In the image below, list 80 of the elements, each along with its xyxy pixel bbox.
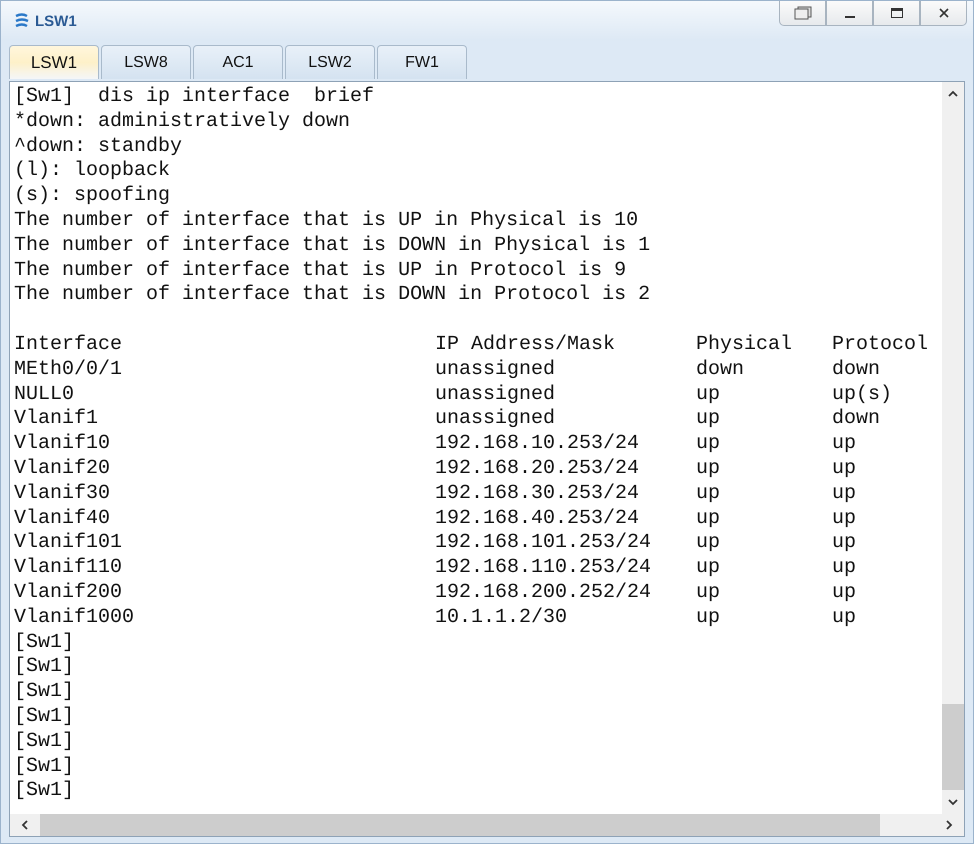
output-line: The number of interface that is UP in Protocol is 9 <box>14 258 628 284</box>
maximize-icon <box>890 6 904 20</box>
table-cell-text: Vlanif101 <box>14 531 124 556</box>
close-button[interactable] <box>920 1 967 26</box>
prompt: [Sw1] <box>14 630 74 654</box>
close-icon <box>936 6 950 20</box>
table-cell-text: Vlanif110 <box>14 556 124 581</box>
prompt: [Sw1] <box>14 779 74 802</box>
column-header: Protocol <box>832 332 930 358</box>
table-cell-text: up <box>832 580 858 606</box>
output-line: The number of interface that is DOWN in Protocol is 2 <box>14 283 652 308</box>
prompt: [Sw1] <box>14 680 74 704</box>
table-cell-text: up <box>696 580 722 606</box>
table-cell-text: down <box>832 358 882 383</box>
tab[interactable]: AC1 <box>193 45 283 79</box>
table-cell-text: up <box>696 556 722 581</box>
table-cell-text: up <box>832 506 858 532</box>
table-cell-text: up <box>832 432 858 457</box>
table-cell-text: up(s) <box>832 382 894 408</box>
prompt: [Sw1] <box>14 754 74 778</box>
table-cell-text: Vlanif10 <box>14 432 112 457</box>
table-cell-text: MEth0/0/1 <box>14 358 124 383</box>
restore-icon <box>792 6 812 20</box>
maximize-button[interactable] <box>873 1 920 26</box>
prompt: [Sw1] <box>14 730 74 753</box>
table-cell-text: Vlanif20 <box>14 456 112 482</box>
table-cell-text: up <box>832 456 858 482</box>
table-cell-text: 192.168.20.253/24 <box>435 456 640 482</box>
prompt: [Sw1] <box>14 655 74 678</box>
output-line: ^down: standby <box>14 134 184 160</box>
restore-button[interactable] <box>779 1 826 26</box>
table-cell-text: Vlanif30 <box>14 482 112 507</box>
table-cell-text: 10.1.1.2/30 <box>435 606 568 631</box>
table-cell-text: up <box>696 506 722 532</box>
table-cell-text: up <box>696 606 722 631</box>
table-cell-text: unassigned <box>435 358 556 383</box>
table-cell-text: Vlanif200 <box>14 580 124 606</box>
tab[interactable]: LSW2 <box>285 45 375 79</box>
table-cell-text: up <box>696 382 722 408</box>
vertical-scrollbar[interactable] <box>942 82 964 814</box>
table-cell-text: down <box>696 358 746 383</box>
table-cell-text: down <box>832 407 882 432</box>
table-cell-text: 192.168.10.253/24 <box>435 432 640 457</box>
table-cell-text: Vlanif1000 <box>14 606 136 631</box>
table-cell-text: up <box>696 482 722 507</box>
table-cell-text: up <box>696 432 722 457</box>
table-cell-text: up <box>696 531 722 556</box>
table-cell-text: up <box>832 482 858 507</box>
output-line: The number of interface that is DOWN in Physical is 1 <box>14 234 652 259</box>
window-title: LSW1 <box>35 12 78 30</box>
table-cell-text: 192.168.40.253/24 <box>435 506 640 532</box>
table-cell-text: up <box>696 407 722 432</box>
output-line: *down: administratively down <box>14 110 352 135</box>
tab[interactable]: LSW1 <box>9 45 99 79</box>
output-line: (l): loopback <box>14 159 172 184</box>
table-cell-text: 192.168.101.253/24 <box>435 531 652 556</box>
table-cell-text: unassigned <box>435 382 556 408</box>
output-line: The number of interface that is UP in Physical is 10 <box>14 208 640 234</box>
table-cell-text: up <box>832 556 858 581</box>
table-cell-text: NULL0 <box>14 382 76 408</box>
app-icon <box>13 12 31 30</box>
table-cell-text: 192.168.30.253/24 <box>435 482 640 507</box>
table-cell-text: Vlanif40 <box>14 506 112 532</box>
tab[interactable]: FW1 <box>377 45 467 79</box>
table-cell-text: unassigned <box>435 407 556 432</box>
column-header: Physical <box>696 332 794 358</box>
minimize-icon <box>844 16 854 18</box>
output-line: (s): spoofing <box>14 184 172 209</box>
table-cell-text: 192.168.110.253/24 <box>435 556 652 581</box>
tab[interactable]: LSW8 <box>101 45 191 79</box>
table-cell-text: 192.168.200.252/24 <box>435 580 652 606</box>
table-cell-text: Vlanif1 <box>14 407 100 432</box>
table-cell-text: up <box>832 606 858 631</box>
scroll-thumb[interactable] <box>942 704 964 790</box>
column-header: IP Address/Mask <box>435 332 616 358</box>
prompt: [Sw1] <box>14 704 74 728</box>
table-cell-text: up <box>832 531 858 556</box>
output-line: [Sw1] dis ip interface brief <box>14 85 376 110</box>
table-cell-text: up <box>696 456 722 482</box>
column-header: Interface <box>14 332 124 358</box>
